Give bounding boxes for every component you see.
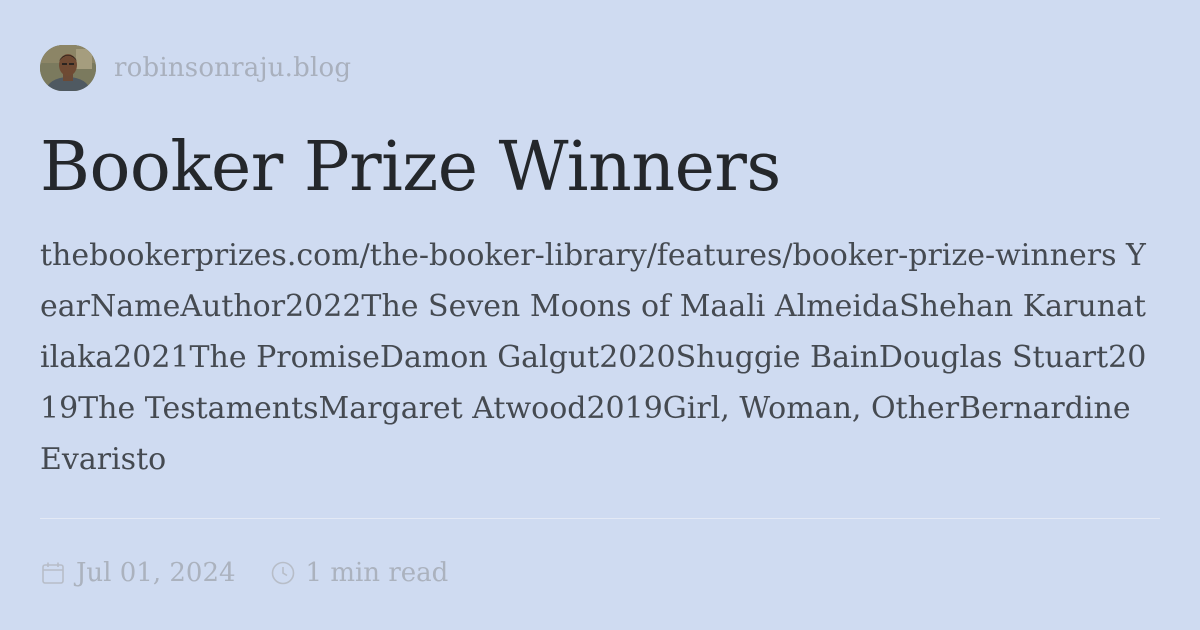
post-date-text: Jul 01, 2024 (76, 558, 236, 588)
calendar-icon (40, 560, 66, 586)
post-read-time-text: 1 min read (305, 558, 449, 588)
author-avatar (40, 45, 96, 91)
site-header[interactable]: robinsonraju.blog (40, 44, 351, 92)
post-excerpt: thebookerprizes.com/the-booker-library/f… (40, 238, 1147, 477)
post-date: Jul 01, 2024 (40, 558, 236, 588)
post-meta: Jul 01, 2024 1 min read (40, 553, 448, 593)
divider (40, 518, 1160, 519)
post-title: Booker Prize Winners (40, 128, 781, 207)
avatar-photo-icon (40, 45, 96, 91)
clock-icon (270, 560, 296, 586)
site-name[interactable]: robinsonraju.blog (114, 53, 351, 83)
social-share-card: robinsonraju.blog Booker Prize Winners t… (0, 0, 1200, 630)
post-read-time: 1 min read (270, 558, 449, 588)
